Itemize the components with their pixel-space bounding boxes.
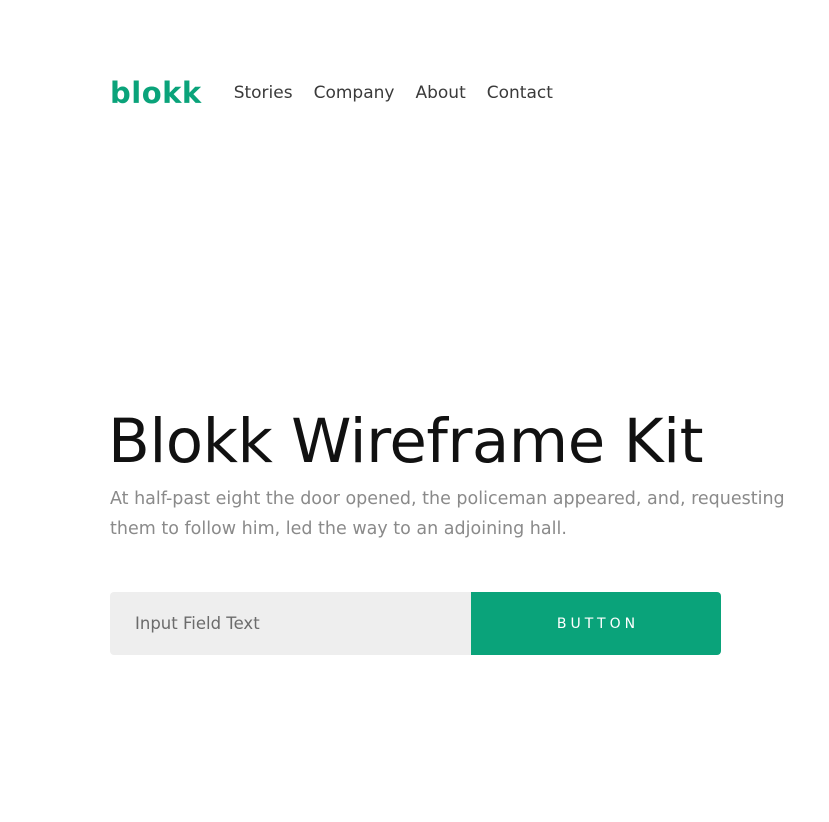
signup-form: BUTTON xyxy=(110,592,721,655)
nav-link-stories[interactable]: Stories xyxy=(234,74,293,112)
main-nav: Stories Company About Contact xyxy=(234,74,574,112)
hero-title: Blokk Wireframe Kit xyxy=(108,406,704,477)
nav-link-about[interactable]: About xyxy=(415,74,465,112)
hero-subtitle: At half-past eight the door opened, the … xyxy=(110,489,785,539)
text-input[interactable] xyxy=(110,592,471,655)
logo[interactable]: blokk xyxy=(110,74,202,112)
submit-button[interactable]: BUTTON xyxy=(471,592,721,655)
site-header: blokk Stories Company About Contact xyxy=(110,74,574,112)
nav-link-company[interactable]: Company xyxy=(314,74,395,112)
nav-link-contact[interactable]: Contact xyxy=(487,74,553,112)
